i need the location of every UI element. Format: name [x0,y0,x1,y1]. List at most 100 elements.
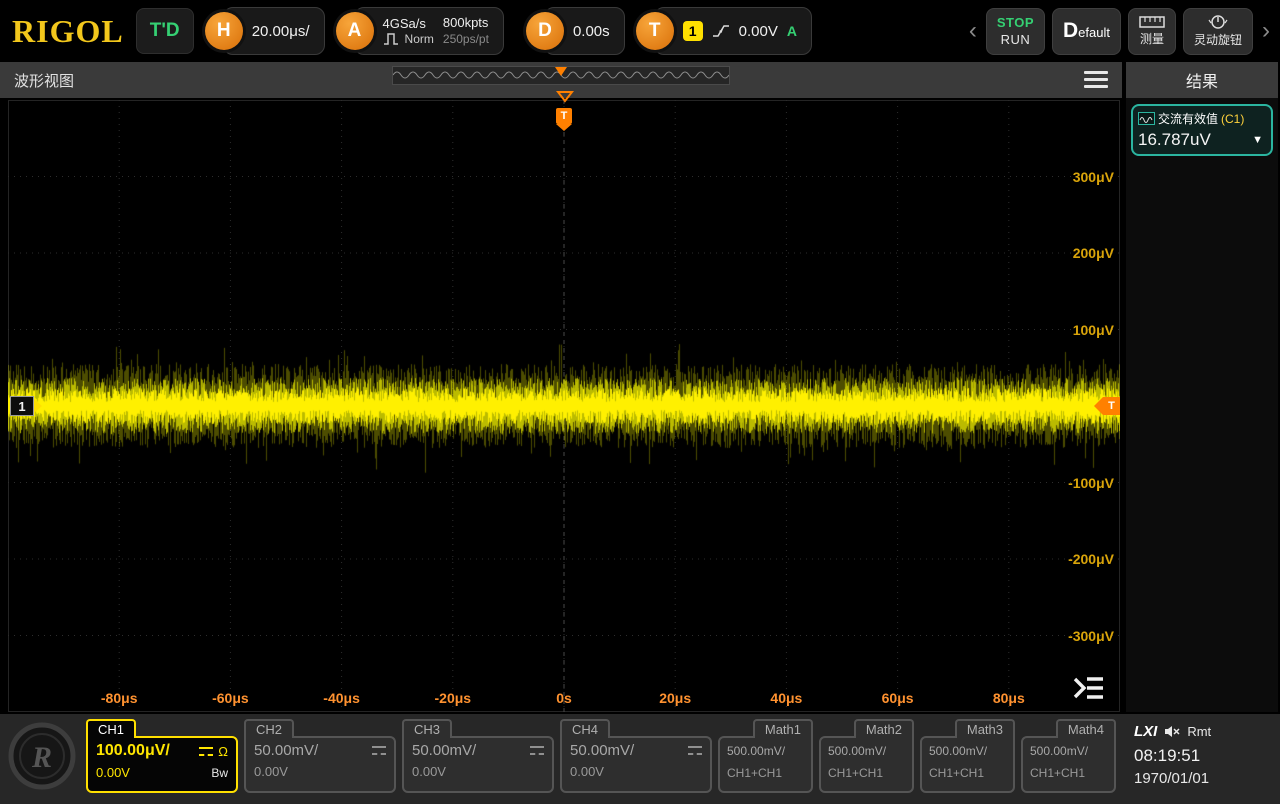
speaker-muted-icon [1164,725,1180,738]
horizontal-settings-button[interactable]: H 20.00μs/ [223,7,325,55]
quick-knob-button[interactable]: 灵动旋钮 [1183,8,1253,55]
timebase-value: 20.00μs/ [252,23,310,40]
knob-icon [1207,14,1229,29]
rigol-emblem: R [8,722,76,790]
channel-card-ch3[interactable]: CH3 50.00mV/ 0.00V [402,719,554,793]
ch3-offset: 0.00V [412,764,446,779]
dc-coupling-icon [530,746,544,755]
math2-scale: 500.00mV/ [828,744,905,758]
chevron-down-icon[interactable]: ▼ [1252,134,1266,146]
math4-tab[interactable]: Math4 [1056,719,1116,738]
dc-coupling-icon [688,746,702,755]
measurement-thumbnail-icon [1138,112,1155,125]
a-key-icon[interactable]: A [336,12,374,50]
remote-indicator: Rmt [1187,724,1211,739]
rising-edge-icon [712,23,730,39]
h-key-icon[interactable]: H [205,12,243,50]
overview-trigger-marker[interactable] [555,67,567,76]
nav-right-icon[interactable]: › [1260,19,1272,43]
trigger-sweep-mode: A [787,23,797,39]
default-button[interactable]: Default [1052,8,1121,55]
waveform-display[interactable]: 1 T T 300μV200μV100μV-10 [8,100,1120,712]
ch1-tab[interactable]: CH1 [86,719,136,738]
trigger-level-flag[interactable]: T [1094,397,1120,415]
channel-card-ch2[interactable]: CH2 50.00mV/ 0.00V [244,719,396,793]
measurement-label: 交流有效值 [1158,110,1218,127]
delay-settings-button[interactable]: D 0.00s [544,7,625,55]
measurement-result-card[interactable]: 交流有效值(C1) 16.787uV ▼ [1131,104,1273,156]
view-title: 波形视图 [14,70,74,91]
t-key-icon[interactable]: T [636,12,674,50]
acquisition-settings-button[interactable]: A 4GSa/s Norm 800kpts 250ps/pt [354,7,504,55]
math1-expression: CH1+CH1 [727,766,804,780]
sample-interval: 250ps/pt [443,32,489,47]
trigger-position-icon[interactable] [556,91,574,103]
ch1-level-marker[interactable]: 1 [10,396,42,416]
math3-expression: CH1+CH1 [929,766,1006,780]
dc-coupling-icon [372,746,386,755]
math4-scale: 500.00mV/ [1030,744,1107,758]
d-key-icon[interactable]: D [526,12,564,50]
delay-value: 0.00s [573,23,610,40]
ch1-marker-arrow-icon [34,399,42,413]
math1-tab[interactable]: Math1 [753,719,813,738]
t-axis-label: 80μs [993,690,1025,706]
measurement-value: 16.787uV [1138,130,1211,150]
channel-card-ch4[interactable]: CH4 50.00mV/ 0.00V [560,719,712,793]
t-axis-label: 40μs [770,690,802,706]
measure-button[interactable]: 测量 [1128,8,1176,55]
v-axis-label: 100μV [1073,322,1114,338]
menu-icon[interactable] [1084,71,1108,88]
sample-rate: 4GSa/s [383,16,434,32]
expand-menu-icon[interactable] [1072,674,1106,702]
ch1-offset: 0.00V [96,765,130,780]
v-axis-label: -100μV [1068,475,1114,491]
trigger-time-flag[interactable]: T [556,108,572,131]
math3-scale: 500.00mV/ [929,744,1006,758]
v-axis-label: -200μV [1068,551,1114,567]
clock-time: 08:19:51 [1134,746,1270,766]
results-panel-title: 结果 [1126,62,1278,98]
math-card-math1[interactable]: Math1 500.00mV/ CH1+CH1 [718,719,813,793]
ch1-scale: 100.00μV/ [96,742,170,760]
math-card-math2[interactable]: Math2 500.00mV/ CH1+CH1 [819,719,914,793]
trigger-settings-button[interactable]: T 1 0.00V A [654,7,812,55]
math1-scale: 500.00mV/ [727,744,804,758]
memory-depth: 800kpts [443,15,489,31]
trigger-level-arrow-icon [1094,397,1103,415]
ch2-tab[interactable]: CH2 [244,719,294,738]
ruler-icon [1139,16,1165,28]
t-axis-label: -20μs [435,690,472,706]
t-axis-label: -80μs [101,690,138,706]
t-axis-label: -60μs [212,690,249,706]
t-axis-label: -40μs [323,690,360,706]
math3-tab[interactable]: Math3 [955,719,1015,738]
clock-date: 1970/01/01 [1134,770,1270,787]
math2-tab[interactable]: Math2 [854,719,914,738]
ch4-tab[interactable]: CH4 [560,719,610,738]
measurement-source: (C1) [1221,112,1244,126]
trigger-status-button[interactable]: T'D [136,8,194,54]
ch2-scale: 50.00mV/ [254,742,318,759]
trigger-source-badge: 1 [683,21,703,41]
top-toolbar: RIGOL T'D H 20.00μs/ A 4GSa/s Norm 800kp… [0,0,1280,62]
math4-expression: CH1+CH1 [1030,766,1107,780]
ch3-tab[interactable]: CH3 [402,719,452,738]
oscilloscope-app: RIGOL T'D H 20.00μs/ A 4GSa/s Norm 800kp… [0,0,1280,800]
ch1-noise-waveform [8,100,1120,712]
ch2-offset: 0.00V [254,764,288,779]
svg-text:R: R [31,741,52,774]
lxi-logo: LXI [1134,723,1157,740]
results-panel: 结果 交流有效值(C1) 16.787uV ▼ [1126,62,1278,712]
math-card-math4[interactable]: Math4 500.00mV/ CH1+CH1 [1021,719,1116,793]
ch3-scale: 50.00mV/ [412,742,476,759]
nav-left-icon[interactable]: ‹ [967,19,979,43]
math-card-math3[interactable]: Math3 500.00mV/ CH1+CH1 [920,719,1015,793]
system-status[interactable]: LXI Rmt 08:19:51 1970/01/01 [1126,719,1276,787]
channel-bar: R CH1 100.00μV/ Ω 0.00V Bw [0,714,1280,804]
t-axis-label: 20μs [659,690,691,706]
run-stop-button[interactable]: STOP RUN [986,8,1045,55]
channel-card-ch1[interactable]: CH1 100.00μV/ Ω 0.00V Bw [86,719,238,793]
acquire-mode: Norm [405,32,434,46]
horizontal-overview-strip[interactable] [392,66,730,85]
